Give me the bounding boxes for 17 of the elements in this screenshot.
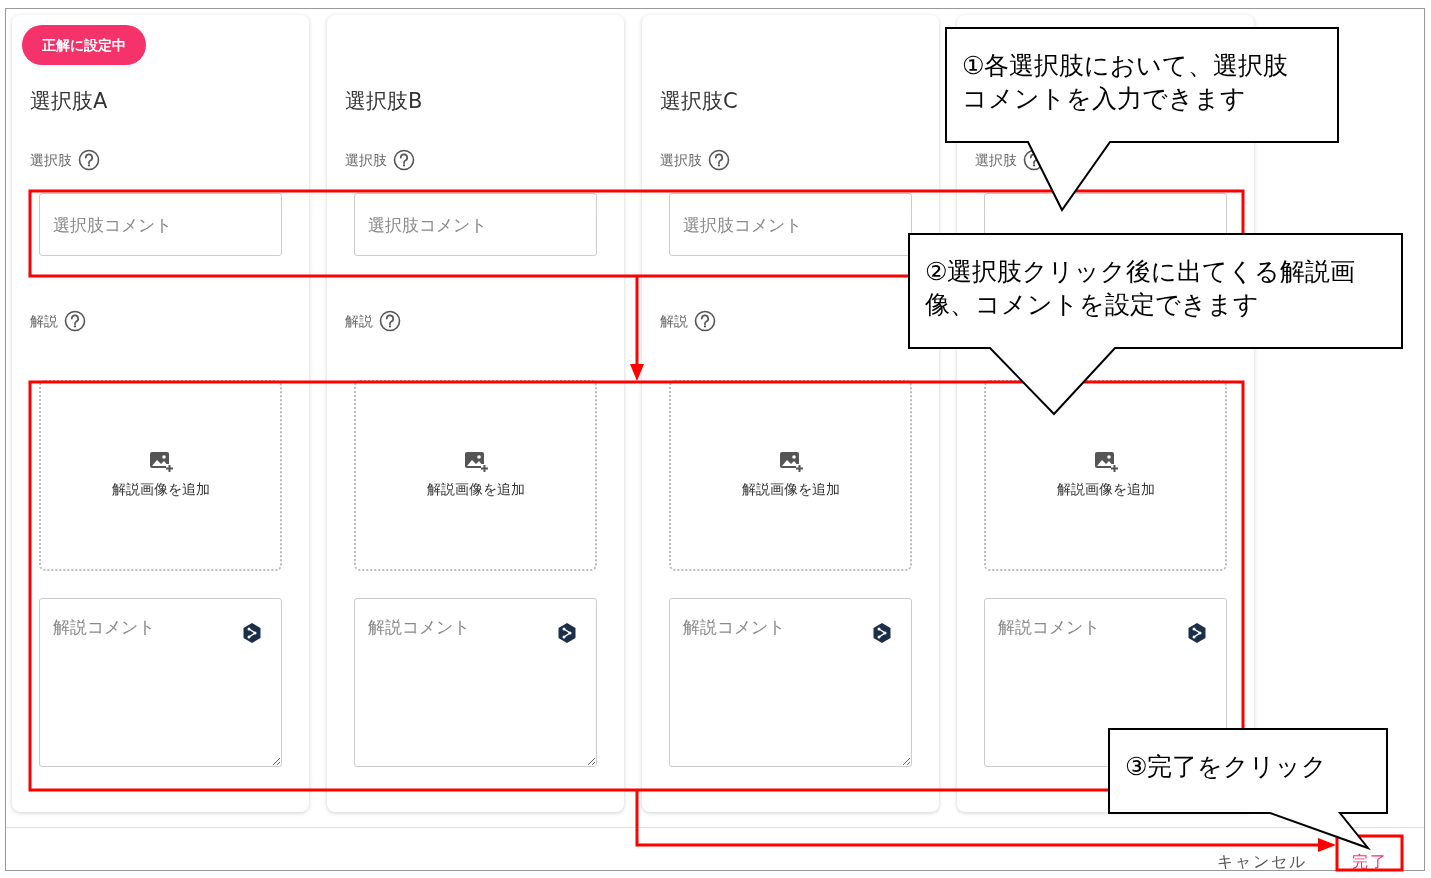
- field-label: 解説: [30, 311, 58, 331]
- field-label: 解説: [345, 311, 373, 331]
- dropzone-label: 解説画像を追加: [426, 480, 525, 499]
- field-label: 選択肢: [660, 150, 702, 170]
- card-title: 選択肢A: [30, 88, 108, 116]
- field-label: 解説: [660, 311, 688, 331]
- dropzone-label: 解説画像を追加: [1056, 480, 1155, 499]
- dropzone-label: 解説画像を追加: [111, 480, 210, 499]
- callout-tooltip-text: ②選択肢クリック後に出てくる解説画像、コメントを設定できます: [925, 256, 1357, 321]
- field-label: 選択肢: [345, 150, 387, 170]
- field-label: 選択肢: [975, 150, 1017, 170]
- correct-badge: 正解に設定中: [22, 25, 146, 65]
- card-title: 選択肢C: [660, 88, 738, 116]
- card-title: 選択肢B: [345, 88, 423, 116]
- callout-tooltip-text: ①各選択肢において、選択肢コメントを入力できます: [962, 50, 1290, 115]
- dropzone-label: 解説画像を追加: [741, 480, 840, 499]
- field-label: 選択肢: [30, 150, 72, 170]
